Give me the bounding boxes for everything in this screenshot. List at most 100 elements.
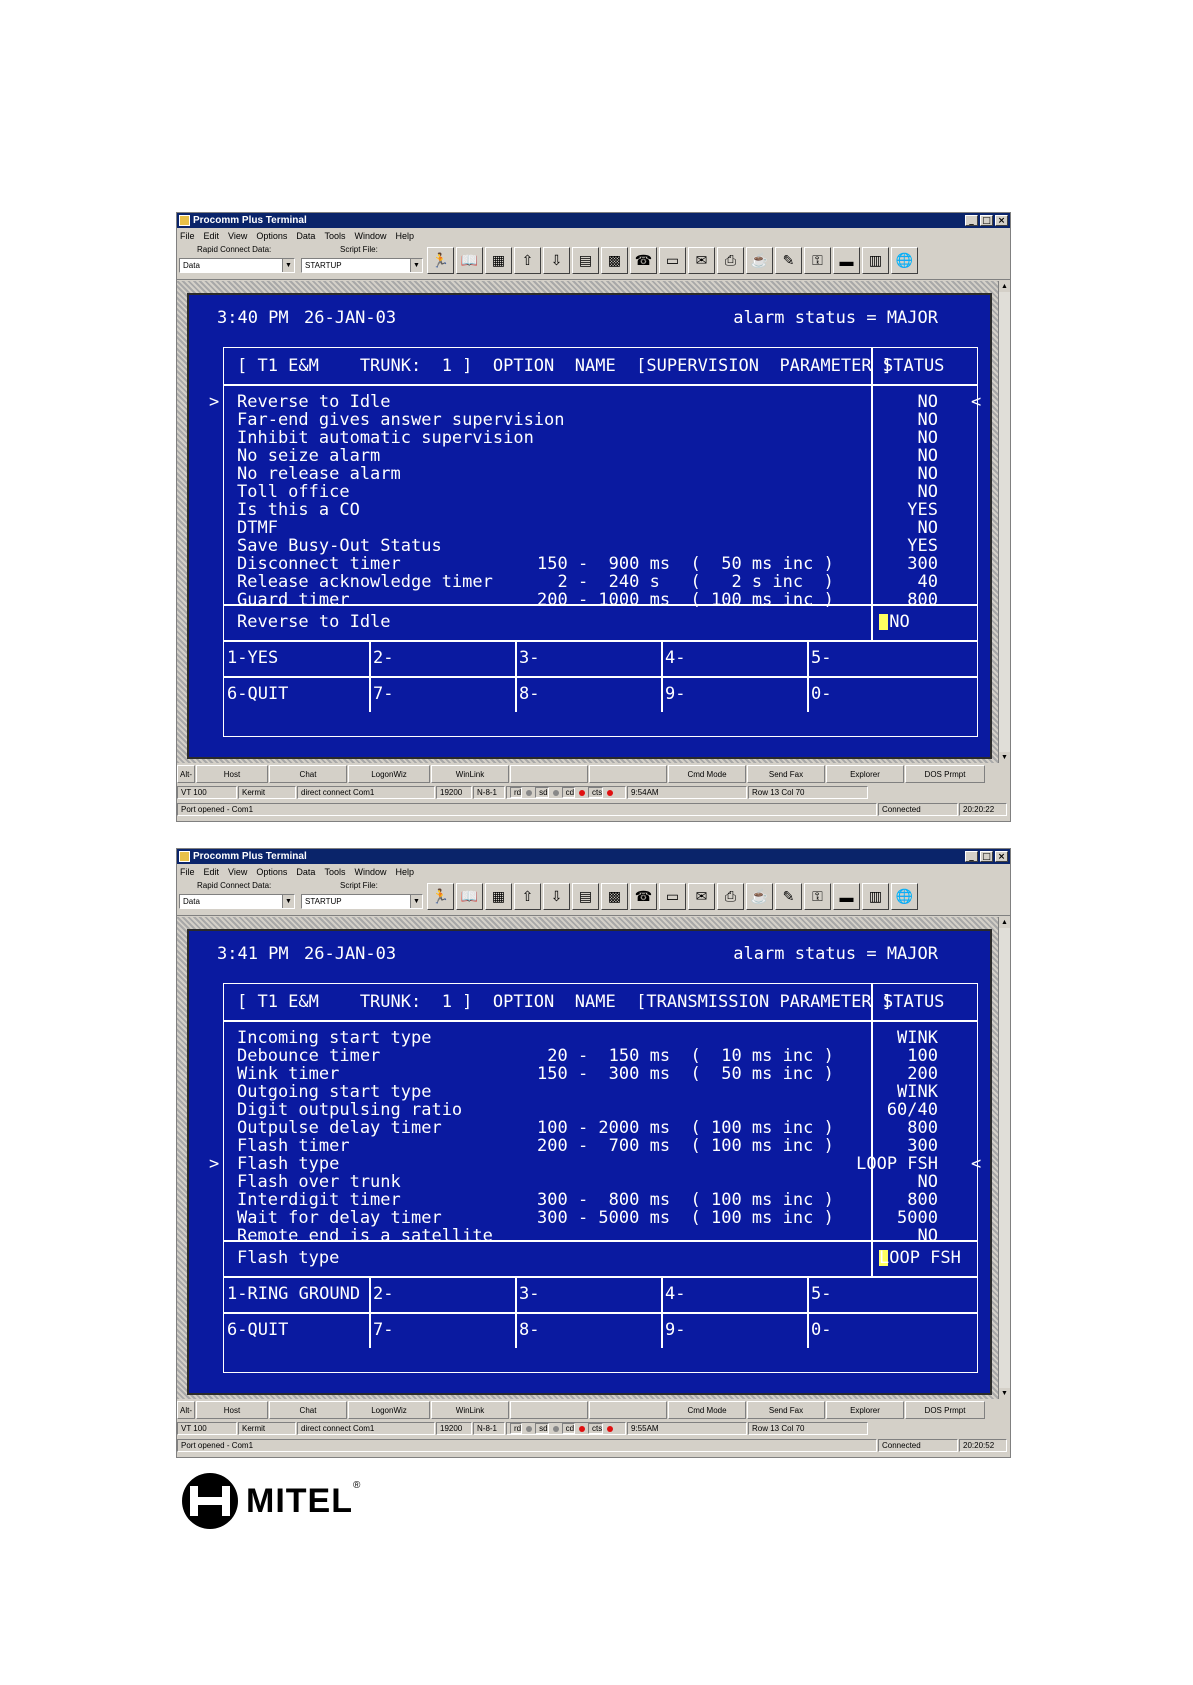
softkey[interactable]: 4- [665,1285,685,1303]
print-icon[interactable]: ⎙ [717,247,744,274]
upload-icon[interactable]: ⇧ [514,247,541,274]
phone-icon[interactable]: ☎ [630,883,657,910]
menu-item[interactable]: Data [296,231,315,241]
maximize-button[interactable]: □ [980,215,993,226]
chevron-down-icon[interactable]: ▼ [410,259,422,272]
hotkey-button[interactable]: Alt- [177,1401,195,1419]
hotkey-button[interactable]: DOS Prmpt [905,1401,985,1419]
hotkey-button[interactable]: LogonWiz [348,765,430,783]
softkey[interactable]: 9- [665,1321,685,1339]
menu-item[interactable]: Window [354,867,386,877]
terminal-screen[interactable]: 3:40 PM 26-JAN-03 alarm status = MAJOR [ T1… [187,293,992,759]
hotkey-button[interactable]: LogonWiz [348,1401,430,1419]
softkey[interactable]: 1-RING GROUND [227,1285,360,1303]
menu-item[interactable]: Edit [204,231,220,241]
globe-icon[interactable]: 🌐 [891,883,918,910]
globe-icon[interactable]: 🌐 [891,247,918,274]
hotkey-button[interactable] [589,1401,667,1419]
key-icon[interactable]: ⚿ [804,247,831,274]
script-file-combo[interactable]: STARTUP ▼ [301,258,423,273]
scroll-up-icon[interactable]: ▲ [999,917,1010,928]
fax-icon[interactable]: ✉ [688,247,715,274]
vertical-scrollbar[interactable]: ▲ ▼ [998,281,1010,763]
hotkey-button[interactable]: Host [196,765,268,783]
scroll-up-icon[interactable]: ▲ [999,281,1010,292]
hotkey-button[interactable]: Chat [269,765,347,783]
book-icon[interactable]: 📖 [456,883,483,910]
hotkey-button[interactable]: Chat [269,1401,347,1419]
hotkey-button[interactable]: Send Fax [747,1401,825,1419]
chevron-down-icon[interactable]: ▼ [410,895,422,908]
hotkey-button[interactable]: Cmd Mode [668,765,746,783]
hotkey-button[interactable]: Send Fax [747,765,825,783]
meter-icon[interactable]: ▥ [862,247,889,274]
menu-item[interactable]: Tools [324,867,345,877]
monitor-icon[interactable]: ▭ [659,883,686,910]
scroll-down-icon[interactable]: ▼ [999,752,1010,763]
hotkey-button[interactable]: Explorer [826,765,904,783]
monitor-icon[interactable]: ▭ [659,247,686,274]
softkey[interactable]: 3- [519,649,539,667]
hotkey-button[interactable] [510,1401,588,1419]
hotkey-button[interactable]: Explorer [826,1401,904,1419]
print-icon[interactable]: ⎙ [717,883,744,910]
grid-icon[interactable]: ▩ [601,247,628,274]
close-button[interactable]: × [995,851,1008,862]
softkey[interactable]: 1-YES [227,649,278,667]
maximize-button[interactable]: □ [980,851,993,862]
hotkey-button[interactable]: Alt- [177,765,195,783]
softkey[interactable]: 5- [811,1285,831,1303]
menu-item[interactable]: Window [354,231,386,241]
hotkey-button[interactable]: DOS Prmpt [905,765,985,783]
softkey[interactable]: 5- [811,649,831,667]
hotkey-button[interactable] [589,765,667,783]
menu-item[interactable]: View [228,231,247,241]
run-icon[interactable]: 🏃 [427,247,454,274]
meter-icon[interactable]: ▥ [862,883,889,910]
grid-icon[interactable]: ▩ [601,883,628,910]
menu-item[interactable]: Help [395,231,414,241]
menu-item[interactable]: File [180,231,195,241]
card-icon[interactable]: ▬ [833,247,860,274]
softkey[interactable]: 0- [811,1321,831,1339]
phone-icon[interactable]: ☎ [630,247,657,274]
softkey[interactable]: 7- [373,1321,393,1339]
vertical-scrollbar[interactable]: ▲ ▼ [998,917,1010,1399]
menu-item[interactable]: View [228,867,247,877]
menu-item[interactable]: Tools [324,231,345,241]
cup-icon[interactable]: ☕ [746,247,773,274]
softkey[interactable]: 8- [519,685,539,703]
menu-item[interactable]: Data [296,867,315,877]
hotkey-button[interactable]: WinLink [431,765,509,783]
chevron-down-icon[interactable]: ▼ [282,895,294,908]
book-icon[interactable]: 📖 [456,247,483,274]
rapid-connect-combo[interactable]: Data ▼ [179,258,295,273]
hotkey-button[interactable]: Host [196,1401,268,1419]
mode-icon[interactable]: ▦ [485,883,512,910]
softkey[interactable]: 7- [373,685,393,703]
hotkey-button[interactable] [510,765,588,783]
menu-item[interactable]: File [180,867,195,877]
download-icon[interactable]: ⇩ [543,883,570,910]
cup-icon[interactable]: ☕ [746,883,773,910]
softkey[interactable]: 9- [665,685,685,703]
menu-item[interactable]: Edit [204,867,220,877]
chevron-down-icon[interactable]: ▼ [282,259,294,272]
chart-icon[interactable]: ▤ [572,247,599,274]
edit-icon[interactable]: ✎ [775,883,802,910]
softkey[interactable]: 2- [373,1285,393,1303]
hotkey-button[interactable]: Cmd Mode [668,1401,746,1419]
run-icon[interactable]: 🏃 [427,883,454,910]
edit-icon[interactable]: ✎ [775,247,802,274]
download-icon[interactable]: ⇩ [543,247,570,274]
softkey[interactable]: 6-QUIT [227,1321,288,1339]
script-file-combo[interactable]: STARTUP ▼ [301,894,423,909]
softkey[interactable]: 8- [519,1321,539,1339]
softkey[interactable]: 2- [373,649,393,667]
fax-icon[interactable]: ✉ [688,883,715,910]
minimize-button[interactable]: _ [965,215,978,226]
softkey[interactable]: 6-QUIT [227,685,288,703]
terminal-screen[interactable]: 3:41 PM 26-JAN-03 alarm status = MAJOR [ T1… [187,929,992,1395]
menu-item[interactable]: Options [256,867,287,877]
card-icon[interactable]: ▬ [833,883,860,910]
